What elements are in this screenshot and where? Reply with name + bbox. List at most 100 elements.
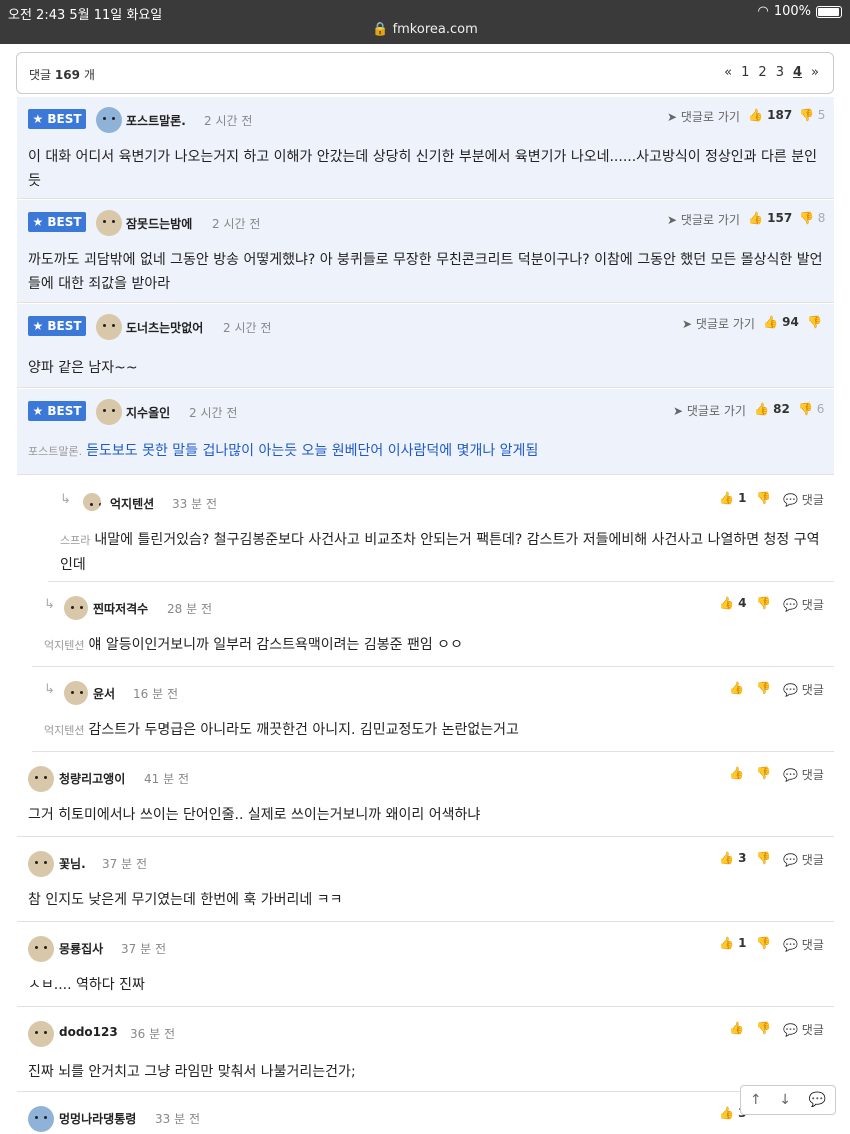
speech-bubble-icon: 💬 [783, 598, 798, 612]
reply-link-label: 댓글로 가기 [680, 213, 740, 227]
like-count: 1 [738, 491, 747, 505]
author-name[interactable]: 몽룡집사 [59, 940, 103, 957]
comment-jump-icon[interactable]: 💬 [809, 1092, 826, 1108]
dislike-button[interactable]: 👎 [756, 491, 771, 505]
dislike-button[interactable]: 👎 6 [798, 402, 824, 416]
like-button[interactable]: 👍 [729, 766, 744, 780]
best-badge: ★ BEST [28, 316, 86, 336]
comment-time: 33 분 전 [172, 497, 217, 511]
thumbs-down-icon: 👎 [756, 681, 771, 695]
page-first[interactable]: « [724, 65, 732, 80]
like-button[interactable]: 👍 94 [763, 315, 799, 329]
comment-text: 감스트가 두명급은 아니라도 깨끗한건 아니지. 김민교정도가 논란없는거고 [88, 722, 519, 738]
comment: 청량리고앵이 41 분 전 👍 👎 💬 댓글 그거 히토미에서나 쓰이는 단어인… [17, 755, 834, 837]
scroll-up-icon[interactable]: ↑ [750, 1092, 762, 1108]
reply-target: 포스트말론. [28, 445, 83, 458]
dislike-button[interactable]: 👎 [756, 596, 771, 610]
page-1[interactable]: 1 [741, 65, 749, 80]
author-name[interactable]: 도너츠는맛없어 [126, 319, 203, 336]
status-bar: 오전 2:43 5월 11일 화요일 ◠ 100% 🔒 fmkorea.com [0, 0, 850, 44]
reply-comment: ↳ 윤서 16 분 전 👍 👎 💬 댓글 억지텐션 감스트가 두명급은 아니라도 … [32, 670, 834, 752]
scroll-down-icon[interactable]: ↓ [779, 1092, 791, 1108]
author-name[interactable]: 윤서 [93, 685, 115, 702]
reply-button-label: 댓글 [801, 938, 824, 952]
status-time: 오전 2:43 5월 11일 화요일 [8, 8, 163, 23]
comment-body: 포스트말론. 듣도보도 못한 말들 겁나많이 아는듯 오늘 원베단어 이사람덕에 … [28, 439, 823, 464]
reply-button[interactable]: 💬 댓글 [783, 936, 824, 953]
author-name[interactable]: dodo123 [59, 1025, 118, 1039]
page-4-current[interactable]: 4 [793, 65, 802, 80]
comment: dodo123 36 분 전 👍 👎 💬 댓글 진짜 뇌를 안거치고 그냥 라임… [17, 1010, 834, 1092]
like-button[interactable]: 👍 3 [719, 851, 747, 865]
avatar [96, 399, 122, 425]
floating-nav: ↑ ↓ 💬 [740, 1085, 836, 1115]
comment-time: 37 분 전 [121, 942, 166, 956]
like-button[interactable]: 👍 1 [719, 936, 747, 950]
reply-button-label: 댓글 [801, 598, 824, 612]
author-name[interactable]: 꽃님. [59, 855, 86, 872]
reply-link-label: 댓글로 가기 [695, 317, 755, 331]
go-to-reply-link[interactable]: ➤ 댓글로 가기 [667, 108, 740, 125]
page-2[interactable]: 2 [758, 65, 766, 80]
reply-button[interactable]: 💬 댓글 [783, 596, 824, 613]
author-name[interactable]: 잠못드는밤에 [126, 215, 192, 232]
like-button[interactable]: 👍 82 [754, 402, 790, 416]
page-3[interactable]: 3 [776, 65, 784, 80]
author-name[interactable]: 포스트말론. [126, 112, 186, 129]
like-button[interactable]: 👍 4 [719, 596, 747, 610]
like-button[interactable]: 👍 [729, 1021, 744, 1035]
dislike-button[interactable]: 👎 [756, 936, 771, 950]
avatar [28, 1021, 54, 1047]
author-name[interactable]: 억지텐션 [110, 495, 154, 512]
reply-link-label: 댓글로 가기 [680, 110, 740, 124]
comment-body: ㅅㅂ.... 역하다 진짜 [28, 977, 145, 993]
thumbs-up-icon: 👍 [719, 491, 734, 505]
go-to-reply-link[interactable]: ➤ 댓글로 가기 [673, 402, 746, 419]
best-badge: ★ BEST [28, 109, 86, 129]
speech-bubble-icon: 💬 [783, 1023, 798, 1037]
thumbs-up-icon: 👍 [729, 766, 744, 780]
author-name[interactable]: 찐따저격수 [93, 600, 148, 617]
comment-time: 28 분 전 [167, 602, 212, 616]
send-icon: ➤ [667, 110, 678, 124]
like-count: 82 [773, 402, 790, 416]
dislike-button[interactable]: 👎 [807, 315, 822, 329]
best-comment: ★ BEST 잠못드는밤에 2 시간 전 ➤ 댓글로 가기 👍 157 👎 8 … [17, 200, 834, 303]
like-button[interactable]: 👍 157 [748, 211, 792, 225]
reply-arrow-icon: ↳ [60, 492, 71, 507]
dislike-button[interactable]: 👎 5 [799, 108, 825, 122]
page-last[interactable]: » [811, 65, 819, 80]
speech-bubble-icon: 💬 [783, 768, 798, 782]
reply-button[interactable]: 💬 댓글 [783, 851, 824, 868]
author-name[interactable]: 청량리고앵이 [59, 770, 125, 787]
reply-target: 억지텐션 [44, 639, 85, 652]
dislike-button[interactable]: 👎 [756, 851, 771, 865]
like-button[interactable]: 👍 1 [719, 491, 747, 505]
like-button[interactable]: 👍 187 [748, 108, 792, 122]
avatar [64, 596, 88, 620]
dislike-button[interactable]: 👎 8 [799, 211, 825, 225]
comment-text: 듣도보도 못한 말들 겁나많이 아는듯 오늘 원베단어 이사람덕에 몇개나 알게… [86, 443, 539, 459]
go-to-reply-link[interactable]: ➤ 댓글로 가기 [682, 315, 755, 332]
author-name[interactable]: 지수올인 [126, 404, 170, 421]
comment-time: 16 분 전 [133, 687, 178, 701]
reply-button[interactable]: 💬 댓글 [783, 1021, 824, 1038]
go-to-reply-link[interactable]: ➤ 댓글로 가기 [667, 211, 740, 228]
reply-button[interactable]: 💬 댓글 [783, 681, 824, 698]
like-button[interactable]: 👍 [729, 681, 744, 695]
thumbs-down-icon: 👎 [756, 1021, 771, 1035]
reply-arrow-icon: ↳ [44, 682, 55, 697]
dislike-button[interactable]: 👎 [756, 1021, 771, 1035]
avatar [96, 107, 122, 133]
author-name[interactable]: 멍멍나라댕통령 [59, 1110, 136, 1127]
dislike-button[interactable]: 👎 [756, 681, 771, 695]
reply-button[interactable]: 💬 댓글 [783, 766, 824, 783]
dislike-button[interactable]: 👎 [756, 766, 771, 780]
count-value: 169 [54, 68, 80, 82]
dislike-count: 8 [817, 211, 826, 225]
reply-button[interactable]: 💬 댓글 [783, 491, 824, 508]
address-bar[interactable]: 🔒 fmkorea.com [0, 22, 850, 37]
comment-time: 2 시간 전 [212, 217, 261, 231]
thumbs-up-icon: 👍 [729, 681, 744, 695]
like-count: 157 [767, 211, 793, 225]
